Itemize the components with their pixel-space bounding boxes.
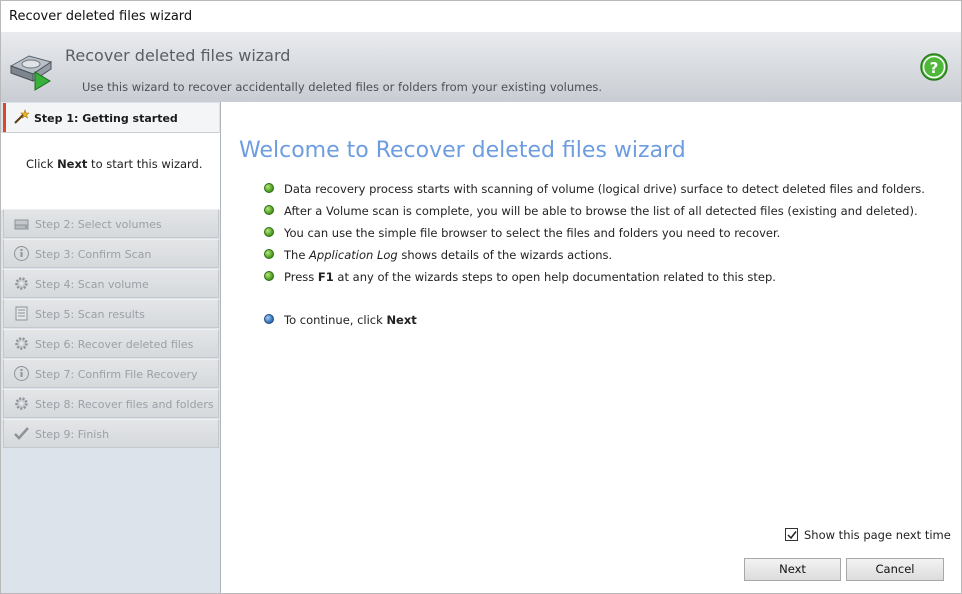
application-log-italic: Application Log <box>309 248 398 262</box>
volumes-icon <box>13 215 30 232</box>
welcome-heading: Welcome to Recover deleted files wizard <box>239 138 686 163</box>
step-1-getting-started[interactable]: Step 1: Getting started <box>3 103 219 133</box>
step-label: Step 8: Recover files and folders <box>35 398 214 411</box>
step-label: Step 6: Recover deleted files <box>35 338 194 351</box>
check-icon <box>13 425 30 442</box>
header-title: Recover deleted files wizard <box>65 46 291 65</box>
help-icon[interactable]: ? <box>920 53 948 81</box>
wizard-content: Welcome to Recover deleted files wizard … <box>221 102 961 593</box>
wizard-header: Recover deleted files wizard Use this wi… <box>1 32 961 104</box>
list-item: Data recovery process starts with scanni… <box>264 182 925 204</box>
step-list: Step 2: Select volumes Step 3: Confirm S… <box>3 209 219 449</box>
show-page-label: Show this page next time <box>804 528 951 542</box>
steps-sidebar: Step 1: Getting started Click Next to st… <box>1 102 221 593</box>
gear-icon <box>13 335 30 352</box>
cancel-button[interactable]: Cancel <box>846 558 944 581</box>
step-3-confirm-scan: Step 3: Confirm Scan <box>3 239 219 268</box>
active-step-label: Step 1: Getting started <box>34 112 178 125</box>
step-intro: Click Next to start this wizard. <box>1 133 220 210</box>
green-bullet-icon <box>264 205 274 215</box>
step-9-finish: Step 9: Finish <box>3 419 219 448</box>
intro-next-bold: Next <box>57 157 88 171</box>
continue-next-bold: Next <box>386 313 417 327</box>
blue-bullet-icon <box>264 314 274 324</box>
step-label: Step 2: Select volumes <box>35 218 162 231</box>
green-bullet-icon <box>264 227 274 237</box>
list-item: Press F1 at any of the wizards steps to … <box>264 270 925 292</box>
step-2-select-volumes: Step 2: Select volumes <box>3 209 219 238</box>
step-label: Step 9: Finish <box>35 428 110 441</box>
header-subtitle: Use this wizard to recover accidentally … <box>82 80 603 94</box>
drive-recover-icon <box>7 44 55 92</box>
f1-key-bold: F1 <box>317 270 334 284</box>
info-icon <box>13 245 30 262</box>
wizard-window: Recover deleted files wizard Recover del… <box>0 0 962 594</box>
show-page-checkbox[interactable] <box>785 528 798 541</box>
green-bullet-icon <box>264 183 274 193</box>
svg-text:?: ? <box>930 59 939 77</box>
step-7-confirm-file-recovery: Step 7: Confirm File Recovery <box>3 359 219 388</box>
list-item: You can use the simple file browser to s… <box>264 226 925 248</box>
step-8-recover-files-and-folders: Step 8: Recover files and folders <box>3 389 219 418</box>
step-label: Step 5: Scan results <box>35 308 145 321</box>
green-bullet-icon <box>264 249 274 259</box>
title-bar: Recover deleted files wizard <box>1 1 961 32</box>
list-item: After a Volume scan is complete, you wil… <box>264 204 925 226</box>
gear-icon <box>13 395 30 412</box>
step-4-scan-volume: Step 4: Scan volume <box>3 269 219 298</box>
step-label: Step 4: Scan volume <box>35 278 149 291</box>
gear-icon <box>13 275 30 292</box>
list-item: The Application Log shows details of the… <box>264 248 925 270</box>
active-step-indicator <box>3 103 6 132</box>
info-list: Data recovery process starts with scanni… <box>264 182 925 292</box>
intro-text: Click Next to start this wizard. <box>26 157 203 171</box>
window-title: Recover deleted files wizard <box>9 9 193 24</box>
list-icon <box>13 305 30 322</box>
wand-icon <box>13 109 30 125</box>
step-6-recover-deleted-files: Step 6: Recover deleted files <box>3 329 219 358</box>
info-icon <box>13 365 30 382</box>
next-button[interactable]: Next <box>744 558 841 581</box>
green-bullet-icon <box>264 271 274 281</box>
step-5-scan-results: Step 5: Scan results <box>3 299 219 328</box>
continue-hint: To continue, click Next <box>264 313 417 327</box>
step-label: Step 3: Confirm Scan <box>35 248 152 261</box>
step-label: Step 7: Confirm File Recovery <box>35 368 198 381</box>
